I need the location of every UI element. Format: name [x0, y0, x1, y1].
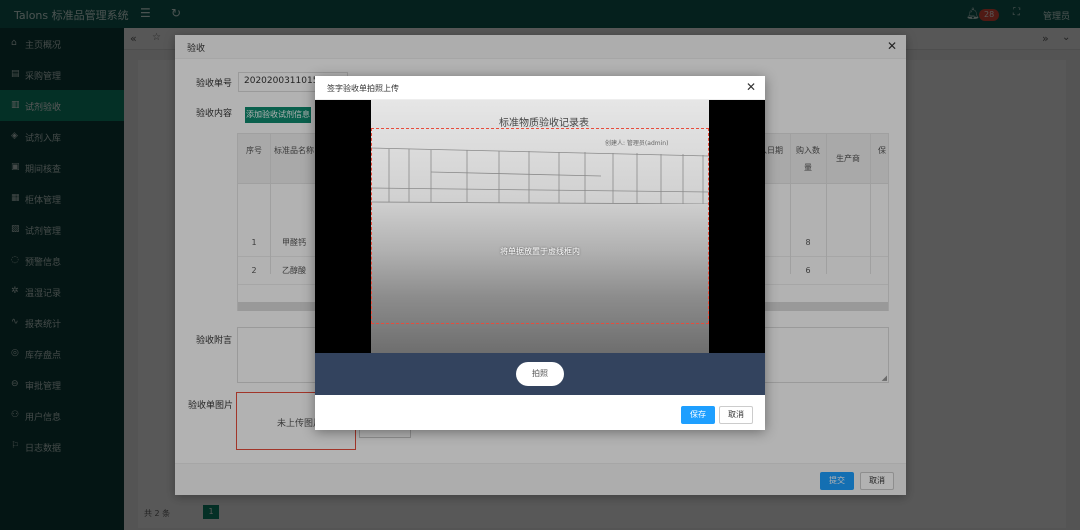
camera-dialog: 签字验收单拍照上传 ✕ 标准物质验收记录表 创建人: 管理员(admin) 将单…	[315, 76, 765, 430]
close-icon[interactable]: ✕	[746, 80, 756, 94]
take-photo-button[interactable]: 拍照	[516, 362, 564, 386]
guide-frame	[371, 128, 709, 324]
guide-text: 将单据放置于虚线框内	[500, 247, 580, 256]
camera-dialog-footer: 保存 取消	[315, 395, 765, 430]
camera-dialog-header: 签字验收单拍照上传 ✕	[315, 76, 765, 100]
camera-control-bar: 拍照	[315, 353, 765, 395]
camera-viewport: 标准物质验收记录表 创建人: 管理员(admin) 将单据放置于虚线框内	[315, 100, 765, 353]
paper-title: 标准物质验收记录表	[499, 118, 589, 129]
save-button[interactable]: 保存	[681, 406, 715, 424]
camera-dialog-title: 签字验收单拍照上传	[327, 84, 399, 93]
cancel-button[interactable]: 取消	[719, 406, 753, 424]
